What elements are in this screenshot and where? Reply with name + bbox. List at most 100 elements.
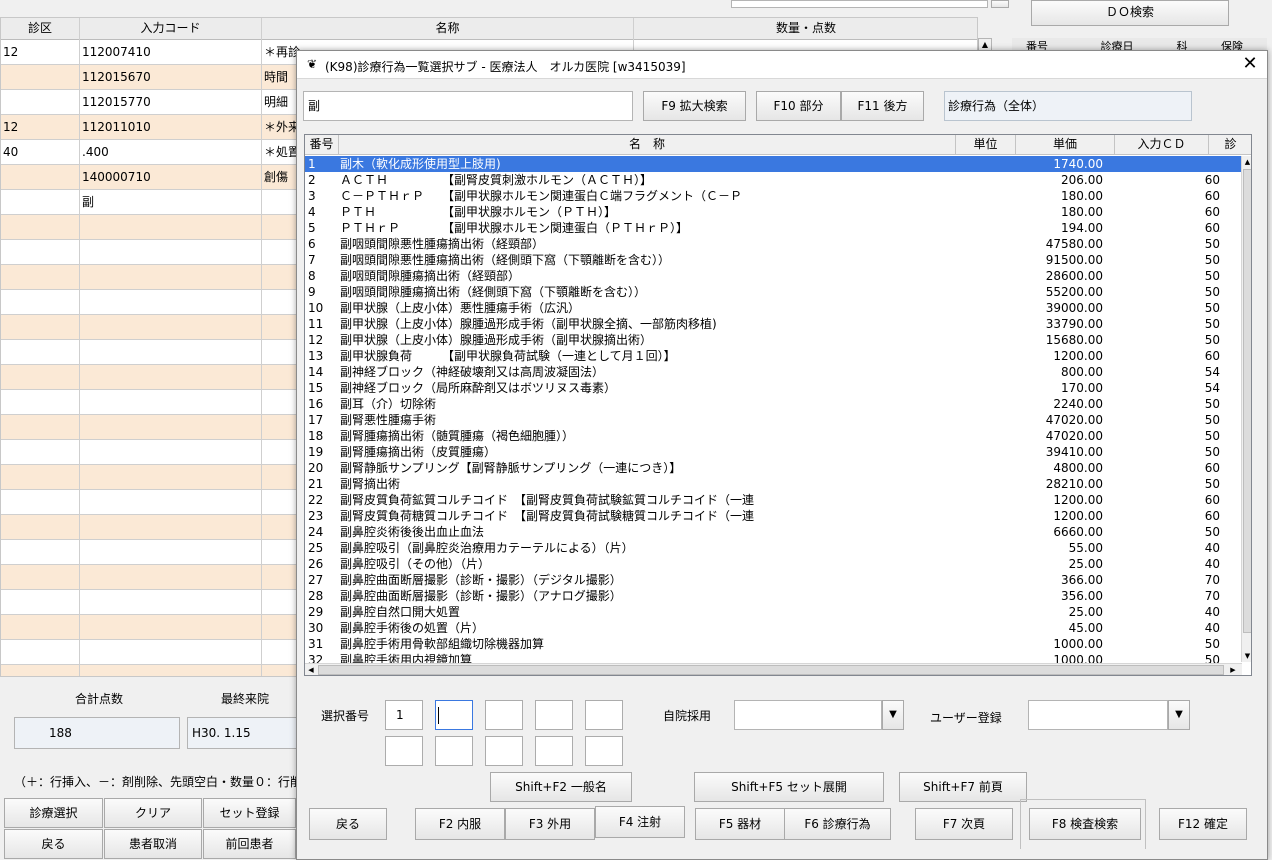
table-row[interactable]: 7 副咽頭間隙悪性腫瘍摘出術（経側頭下窩（下顎離断を含む）） 91500.00 50 [305,252,1242,268]
prev-page-button[interactable]: Shift+F7 前頁 [899,772,1027,802]
cell-pt: 60 [1204,205,1220,219]
previous-patient-button[interactable]: 前回患者 [203,829,296,859]
order-cell-code[interactable]: 112015770 [80,90,260,114]
close-icon[interactable]: ✕ [1239,53,1261,74]
table-row[interactable]: 2 ＡＣＴＨ 【副腎皮質刺激ホルモン（ＡＣＴＨ）】 206.00 60 [305,172,1242,188]
f3-external-button[interactable]: F3 外用 [505,808,595,840]
col-header-shinku: 診区 [1,18,80,40]
cell-pt: 60 [1204,173,1220,187]
table-row[interactable]: 28 副鼻腔曲面断層撮影（診断・撮影）（アナログ撮影） 356.00 70 [305,588,1242,604]
scroll-right-icon[interactable]: ▶ [1227,664,1239,675]
table-row[interactable]: 13 副甲状腺負荷 【副甲状腺負荷試験（一連として月１回）】 1200.00 60 [305,348,1242,364]
table-row[interactable]: 6 副咽頭間隙悪性腫瘍摘出術（経頸部） 47580.00 50 [305,236,1242,252]
table-row[interactable]: 22 副腎皮質負荷鉱質コルチコイド 【副腎皮質負荷試験鉱質コルチコイド（一連 120… [305,492,1242,508]
table-row[interactable]: 20 副腎静脈サンプリング【副腎静脈サンプリング（一連につき）】 4800.00 60 [305,460,1242,476]
table-row[interactable]: 19 副腎腫瘍摘出術（皮質腫瘍） 39410.00 50 [305,444,1242,460]
table-row[interactable]: 3 Ｃ－ＰＴＨｒＰ 【副甲状腺ホルモン関連蛋白Ｃ端フラグメント（Ｃ－Ｐ 180.00… [305,188,1242,204]
f7-next-page-button[interactable]: F7 次頁 [915,808,1013,840]
table-row[interactable]: 10 副甲状腺（上皮小体）悪性腫瘍手術（広汎） 39000.00 50 [305,300,1242,316]
select-no-input-6[interactable] [385,736,423,766]
f12-confirm-button[interactable]: F12 確定 [1159,808,1247,840]
select-no-input-5[interactable] [585,700,623,730]
order-cell-code[interactable]: 112015670 [80,65,260,89]
table-row[interactable]: 27 副鼻腔曲面断層撮影（診断・撮影）（デジタル撮影） 366.00 70 [305,572,1242,588]
table-row[interactable]: 23 副腎皮質負荷糖質コルチコイド 【副腎皮質負荷試験糖質コルチコイド（一連 120… [305,508,1242,524]
cell-pt: 54 [1204,381,1220,395]
jiin-dropdown-icon[interactable]: ▼ [882,700,904,730]
cell-pt: 60 [1204,349,1220,363]
back-button[interactable]: 戻る [309,808,387,840]
select-no-input-8[interactable] [485,736,523,766]
table-row[interactable]: 4 ＰＴＨ 【副甲状腺ホルモン（ＰＴＨ）】 180.00 60 [305,204,1242,220]
select-no-input-4[interactable] [535,700,573,730]
clear-button[interactable]: クリア [104,798,202,828]
f4-injection-button[interactable]: F4 注射 [595,806,685,838]
search-input[interactable]: 副 [303,91,633,121]
table-row[interactable]: 11 副甲状腺（上皮小体）腺腫過形成手術（副甲状腺全摘、一部筋肉移植) 33790.… [305,316,1242,332]
select-no-input-1[interactable]: 1 [385,700,423,730]
f10-partial-button[interactable]: F10 部分 [756,91,841,121]
table-row[interactable]: 26 副鼻腔吸引（その他）（片） 25.00 40 [305,556,1242,572]
order-cell-shinku[interactable]: 12 [1,115,77,139]
select-no-input-3[interactable] [485,700,523,730]
cell-pt: 54 [1204,365,1220,379]
table-row[interactable]: 9 副咽頭間隙腫瘍摘出術（経側頭下窩（下顎離断を含む）） 55200.00 50 [305,284,1242,300]
scroll-up-icon[interactable]: ▲ [1242,156,1251,168]
f9-expand-search-button[interactable]: F9 拡大検索 [643,91,746,121]
select-no-input-9[interactable] [535,736,573,766]
back-button-main[interactable]: 戻る [4,829,103,859]
scroll-thumb[interactable] [1243,169,1251,633]
table-row[interactable]: 14 副神経ブロック（神経破壊剤又は高周波凝固法） 800.00 54 [305,364,1242,380]
order-cell-code[interactable]: 副 [80,190,260,214]
table-row[interactable]: 18 副腎腫瘍摘出術（髄質腫瘍（褐色細胞腫）） 47020.00 50 [305,428,1242,444]
select-no-input-10[interactable] [585,736,623,766]
cell-name: 副神経ブロック（神経破壊剤又は高周波凝固法） [340,365,605,379]
do-search-button[interactable]: ＤＯ検索 [1031,0,1229,26]
user-register-select[interactable] [1028,700,1168,730]
order-cell-code[interactable]: .400 [80,140,260,164]
set-expand-button[interactable]: Shift+F5 セット展開 [694,772,884,802]
order-cell-code[interactable]: 140000710 [80,165,260,189]
select-no-input-7[interactable] [435,736,473,766]
f6-procedure-button[interactable]: F6 診療行為 [784,808,891,840]
table-row[interactable]: 24 副鼻腔炎術後後出血止血法 6660.00 50 [305,524,1242,540]
general-name-button[interactable]: Shift+F2 一般名 [490,772,632,802]
cell-name: 副鼻腔曲面断層撮影（診断・撮影）（デジタル撮影） [340,573,622,587]
h-scroll-thumb[interactable] [318,665,1224,675]
col-header-qty: 数量・点数 [634,18,977,40]
table-row[interactable]: 25 副鼻腔吸引（副鼻腔炎治療用カテーテルによる）（片） 55.00 40 [305,540,1242,556]
top-dropdown-button[interactable] [991,0,1009,8]
table-row[interactable]: 8 副咽頭間隙腫瘍摘出術（経頸部） 28600.00 50 [305,268,1242,284]
table-row[interactable]: 15 副神経ブロック（局所麻酔剤又はボツリヌス毒素） 170.00 54 [305,380,1242,396]
table-row[interactable]: 12 副甲状腺（上皮小体）腺腫過形成手術（副甲状腺摘出術） 15680.00 50 [305,332,1242,348]
patient-cancel-button[interactable]: 患者取消 [104,829,202,859]
f11-suffix-button[interactable]: F11 後方 [841,91,924,121]
f5-material-button[interactable]: F5 器材 [695,808,785,840]
scroll-down-icon[interactable]: ▼ [1242,650,1251,662]
table-row[interactable]: 32 副鼻腔手術用内視鏡加算 1000.00 50 [305,652,1242,663]
set-register-button[interactable]: セット登録 [203,798,296,828]
top-search-input[interactable] [731,0,988,8]
user-register-dropdown-icon[interactable]: ▼ [1168,700,1190,730]
cell-name: 副咽頭間隙腫瘍摘出術（経側頭下窩（下顎離断を含む）） [340,285,647,299]
order-cell-code[interactable]: 112007410 [80,40,260,64]
jiin-adoption-select[interactable] [734,700,882,730]
table-row[interactable]: 16 副耳（介）切除術 2240.00 50 [305,396,1242,412]
order-cell-code[interactable]: 112011010 [80,115,260,139]
order-cell-shinku[interactable]: 40 [1,140,77,164]
table-row[interactable]: 17 副腎悪性腫瘍手術 47020.00 50 [305,412,1242,428]
table-row[interactable]: 5 ＰＴＨｒＰ 【副甲状腺ホルモン関連蛋白（ＰＴＨｒＰ）】 194.00 60 [305,220,1242,236]
f8-test-search-button[interactable]: F8 検査検索 [1029,808,1141,840]
horizontal-scrollbar[interactable]: ◀ ▶ [305,663,1242,675]
table-row[interactable]: 21 副腎摘出術 28210.00 50 [305,476,1242,492]
shinryo-select-button[interactable]: 診療選択 [4,798,103,828]
table-row[interactable]: 29 副鼻腔自然口開大処置 25.00 40 [305,604,1242,620]
select-no-input-2[interactable] [435,700,473,730]
order-cell-shinku[interactable]: 12 [1,40,77,64]
f2-oral-button[interactable]: F2 内服 [415,808,505,840]
table-row[interactable]: 1 副木（軟化成形使用型上肢用) 1740.00 [305,156,1242,172]
table-row[interactable]: 31 副鼻腔手術用骨軟部組織切除機器加算 1000.00 50 [305,636,1242,652]
table-row[interactable]: 30 副鼻腔手術後の処置（片） 45.00 40 [305,620,1242,636]
vertical-scrollbar[interactable]: ▲ ▼ [1241,156,1251,662]
scroll-left-icon[interactable]: ◀ [305,664,317,675]
